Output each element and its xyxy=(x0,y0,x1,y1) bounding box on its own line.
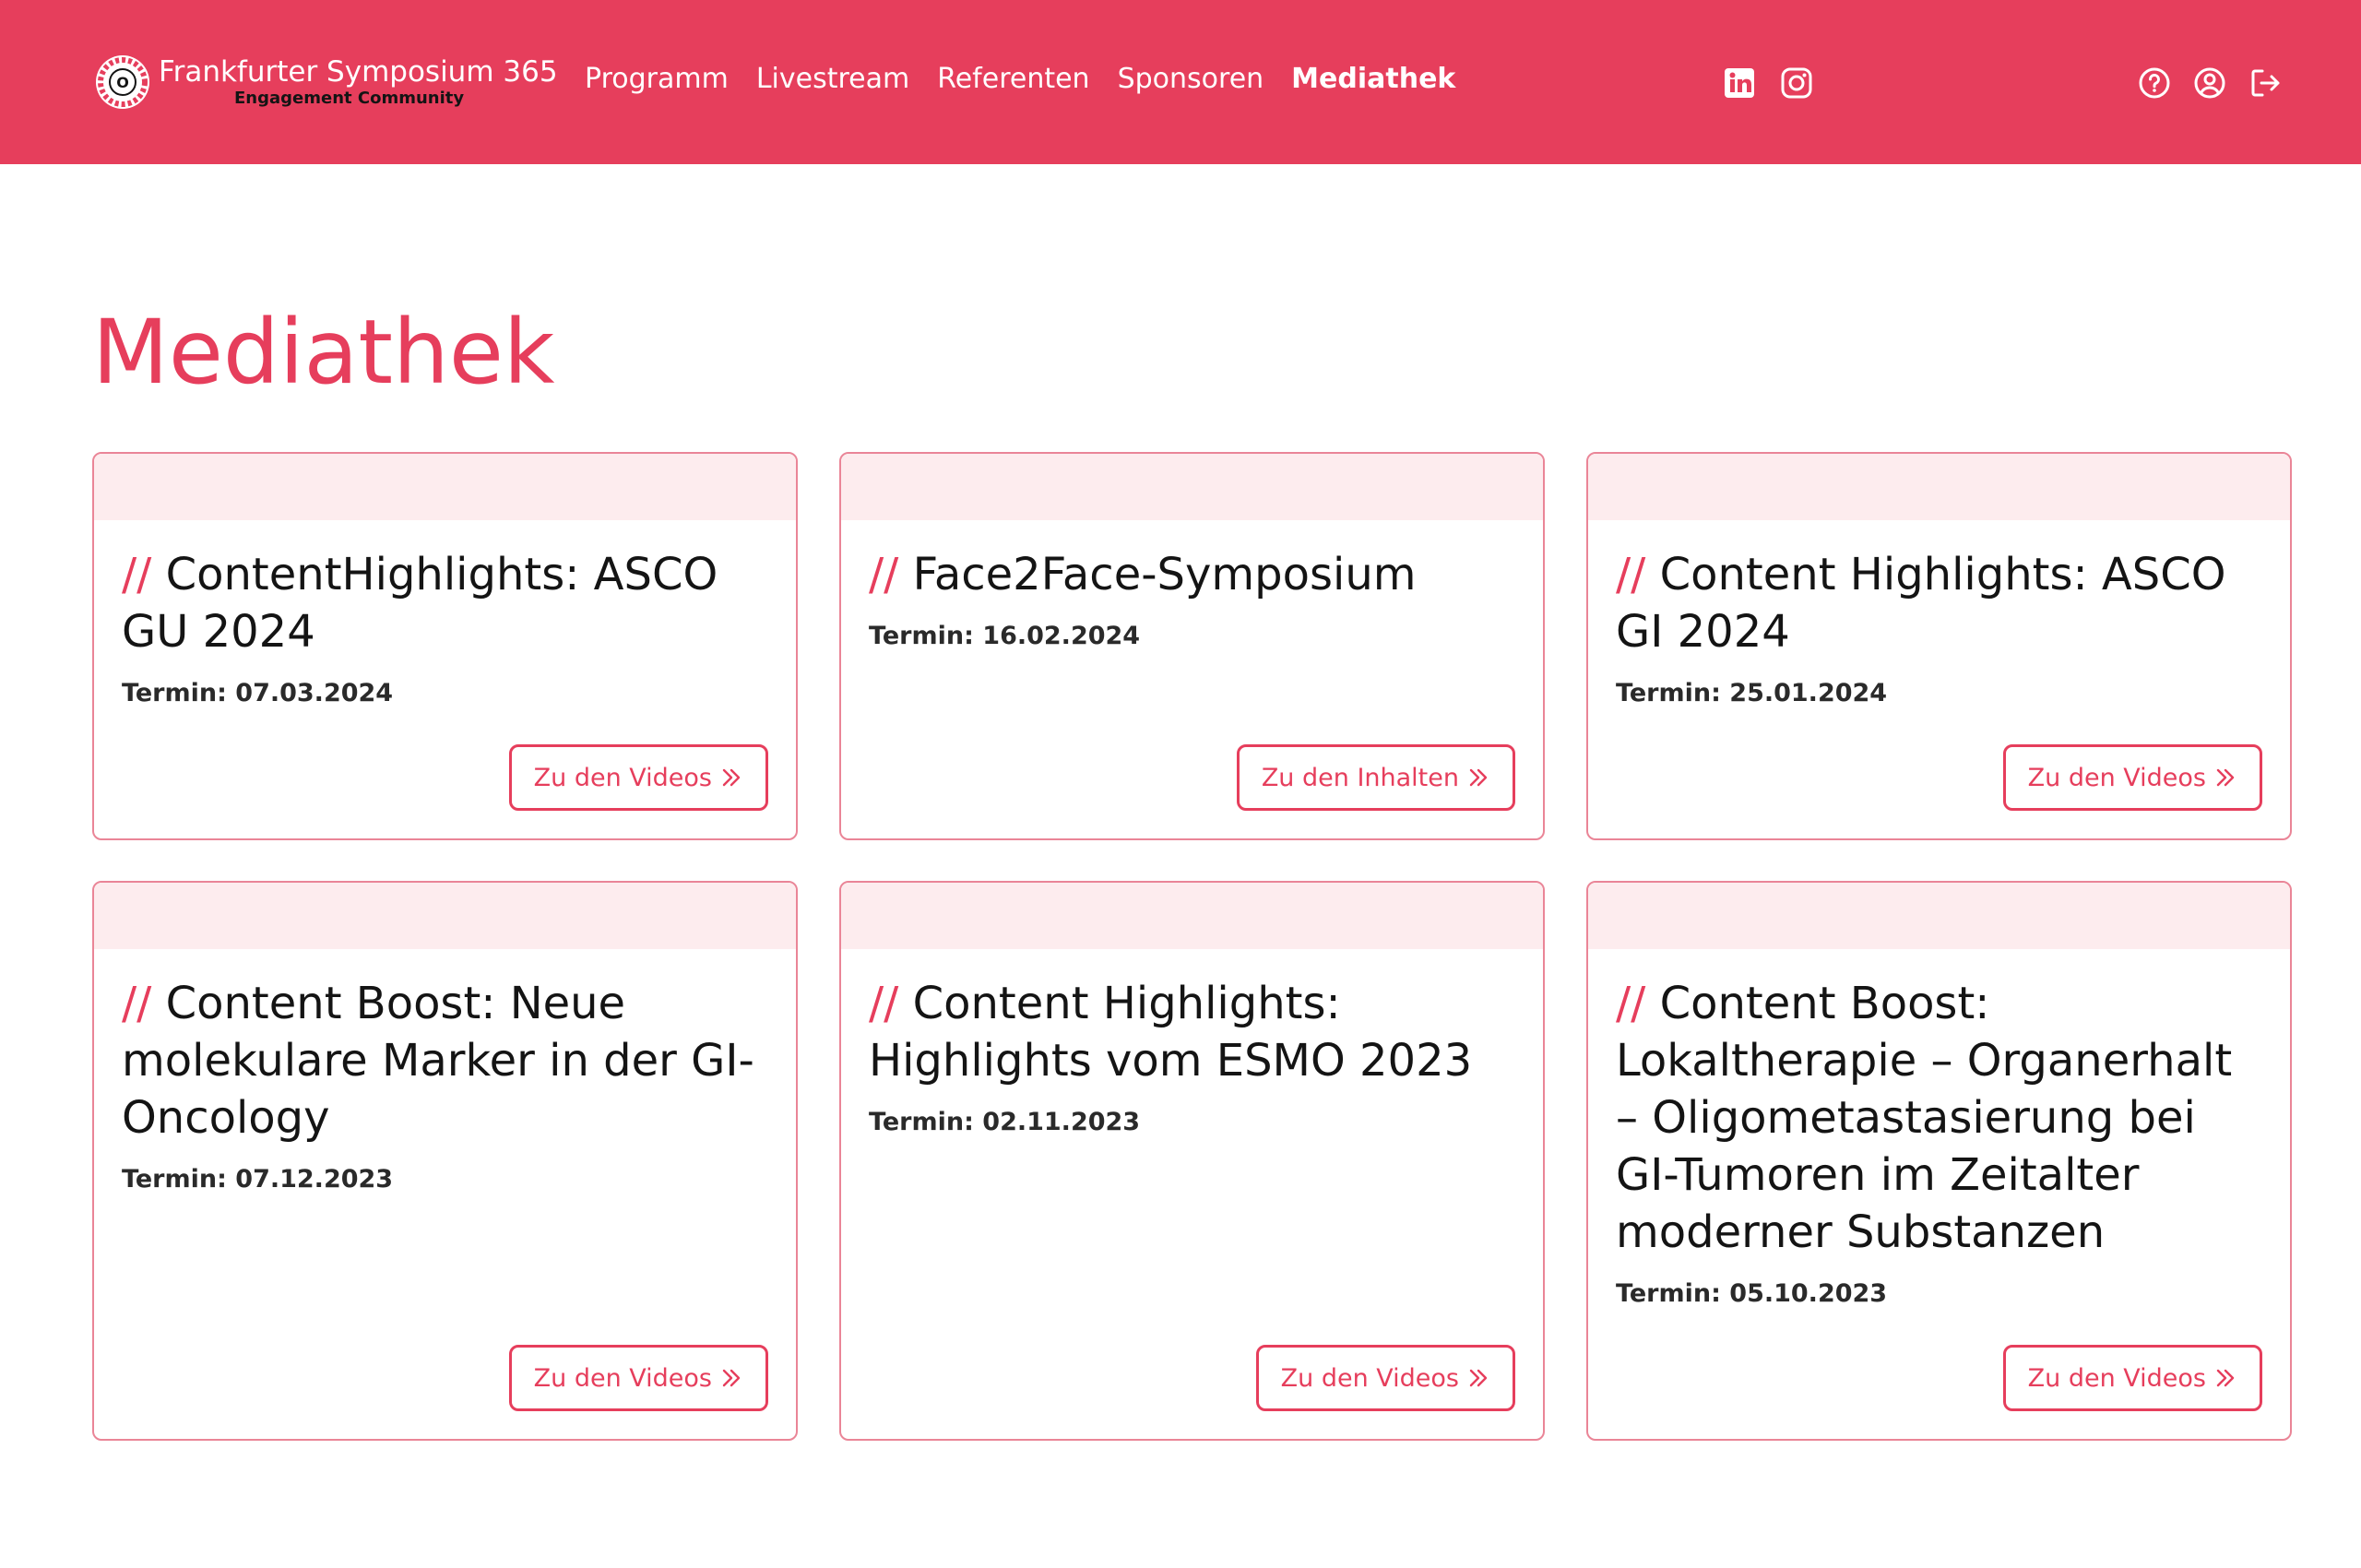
card-date-label: Termin: xyxy=(122,1165,236,1194)
card-date-value: 07.12.2023 xyxy=(235,1165,394,1194)
card-button-label: Zu den Videos xyxy=(1280,1363,1459,1393)
card-date: Termin: 05.10.2023 xyxy=(1616,1279,2262,1308)
double-chevron-right-icon xyxy=(1469,1369,1488,1387)
double-chevron-right-icon xyxy=(2216,1369,2235,1387)
help-icon[interactable] xyxy=(2138,66,2171,100)
double-chevron-right-icon xyxy=(722,1369,741,1387)
zu-den-videos-button[interactable]: Zu den Videos xyxy=(508,1345,768,1411)
card-button-label: Zu den Videos xyxy=(2027,763,2206,792)
card-title-slashes: // xyxy=(869,549,899,600)
media-card: // Content Boost: Lokaltherapie – Organe… xyxy=(1586,881,2292,1441)
brand-logo-link[interactable]: O Frankfurter Symposium 365 Engagement C… xyxy=(94,53,558,111)
card-date: Termin: 25.01.2024 xyxy=(1616,679,2262,707)
card-date-label: Termin: xyxy=(869,1108,983,1136)
card-header-band xyxy=(1588,454,2290,520)
zu-den-videos-button[interactable]: Zu den Videos xyxy=(2002,1345,2262,1411)
top-header: O Frankfurter Symposium 365 Engagement C… xyxy=(0,0,2361,164)
card-date: Termin: 16.02.2024 xyxy=(869,622,1515,650)
nav-referenten[interactable]: Referenten xyxy=(937,63,1089,95)
card-button-label: Zu den Videos xyxy=(2027,1363,2206,1393)
card-title-text: Content Highlights: Highlights vom ESMO … xyxy=(869,978,1473,1087)
symposium-logo-icon: O xyxy=(96,55,149,109)
card-title-slashes: // xyxy=(122,549,152,600)
card-date-label: Termin: xyxy=(1616,679,1730,707)
media-card: // Content Highlights: ASCO GI 2024 Term… xyxy=(1586,452,2292,840)
card-title: // Face2Face-Symposium xyxy=(869,546,1515,603)
logout-icon[interactable] xyxy=(2248,66,2282,100)
nav-livestream[interactable]: Livestream xyxy=(756,63,909,95)
card-title: // ContentHighlights: ASCO GU 2024 xyxy=(122,546,768,660)
card-date: Termin: 02.11.2023 xyxy=(869,1108,1515,1136)
double-chevron-right-icon xyxy=(1469,768,1488,787)
card-title: // Content Highlights: ASCO GI 2024 xyxy=(1616,546,2262,660)
card-title-slashes: // xyxy=(122,978,152,1029)
zu-den-videos-button[interactable]: Zu den Videos xyxy=(1255,1345,1515,1411)
card-date-value: 07.03.2024 xyxy=(235,679,394,707)
card-date-value: 05.10.2023 xyxy=(1729,1279,1888,1308)
instagram-icon[interactable] xyxy=(1780,66,1813,100)
page-title: Mediathek xyxy=(92,301,555,404)
linkedin-icon[interactable] xyxy=(1723,66,1756,100)
card-date-value: 16.02.2024 xyxy=(982,622,1141,650)
card-date-label: Termin: xyxy=(122,679,236,707)
media-card: // Face2Face-Symposium Termin: 16.02.202… xyxy=(839,452,1545,840)
card-title-text: ContentHighlights: ASCO GU 2024 xyxy=(122,549,718,658)
user-account-icon[interactable] xyxy=(2193,66,2226,100)
card-title-text: Content Boost: Neue molekulare Marker in… xyxy=(122,978,754,1144)
media-card: // ContentHighlights: ASCO GU 2024 Termi… xyxy=(92,452,798,840)
card-title: // Content Highlights: Highlights vom ES… xyxy=(869,975,1515,1089)
zu-den-videos-button[interactable]: Zu den Videos xyxy=(508,744,768,811)
card-date: Termin: 07.03.2024 xyxy=(122,679,768,707)
card-title: // Content Boost: Neue molekulare Marker… xyxy=(122,975,768,1146)
card-title: // Content Boost: Lokaltherapie – Organe… xyxy=(1616,975,2262,1261)
card-button-label: Zu den Videos xyxy=(533,1363,712,1393)
card-header-band xyxy=(841,454,1543,520)
card-header-band xyxy=(94,883,796,949)
card-date-value: 25.01.2024 xyxy=(1729,679,1888,707)
card-date-label: Termin: xyxy=(869,622,983,650)
card-title-text: Content Highlights: ASCO GI 2024 xyxy=(1616,549,2226,658)
card-date-label: Termin: xyxy=(1616,1279,1730,1308)
brand-subtitle: Engagement Community xyxy=(234,88,465,108)
card-date-value: 02.11.2023 xyxy=(982,1108,1141,1136)
zu-den-inhalten-button[interactable]: Zu den Inhalten xyxy=(1236,744,1515,811)
card-button-label: Zu den Videos xyxy=(533,763,712,792)
media-card: // Content Highlights: Highlights vom ES… xyxy=(839,881,1545,1441)
card-button-label: Zu den Inhalten xyxy=(1261,763,1459,792)
main-nav: Programm Livestream Referenten Sponsoren… xyxy=(585,63,1455,95)
card-header-band xyxy=(1588,883,2290,949)
card-header-band xyxy=(841,883,1543,949)
card-title-text: Face2Face-Symposium xyxy=(912,549,1417,600)
nav-mediathek[interactable]: Mediathek xyxy=(1291,63,1455,95)
card-date: Termin: 07.12.2023 xyxy=(122,1165,768,1194)
double-chevron-right-icon xyxy=(722,768,741,787)
card-title-text: Content Boost: Lokaltherapie – Organerha… xyxy=(1616,978,2233,1258)
double-chevron-right-icon xyxy=(2216,768,2235,787)
social-links xyxy=(1723,66,1813,100)
card-header-band xyxy=(94,454,796,520)
zu-den-videos-button[interactable]: Zu den Videos xyxy=(2002,744,2262,811)
svg-text:O: O xyxy=(116,74,129,91)
brand-title: Frankfurter Symposium 365 xyxy=(159,54,558,89)
nav-sponsoren[interactable]: Sponsoren xyxy=(1118,63,1264,95)
card-title-slashes: // xyxy=(1616,549,1646,600)
nav-programm[interactable]: Programm xyxy=(585,63,729,95)
media-card: // Content Boost: Neue molekulare Marker… xyxy=(92,881,798,1441)
card-title-slashes: // xyxy=(1616,978,1646,1029)
user-utilities xyxy=(2138,66,2282,100)
card-title-slashes: // xyxy=(869,978,899,1029)
